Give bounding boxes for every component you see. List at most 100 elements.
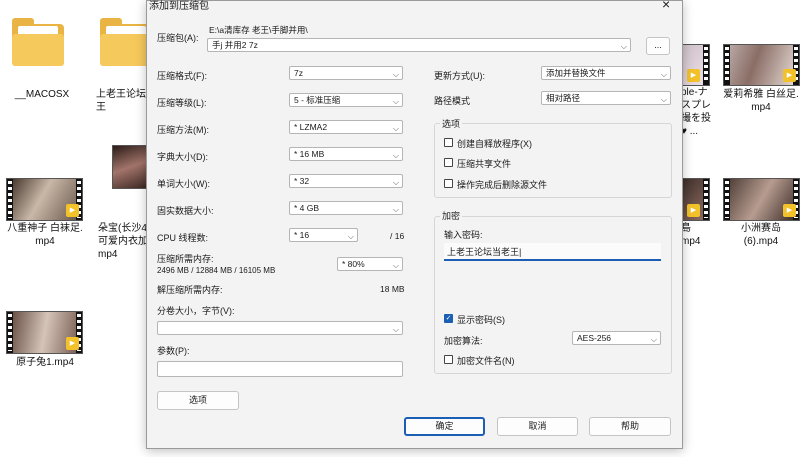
cpu-select[interactable]: * 16 ⌵ xyxy=(289,228,358,242)
player-badge-icon: ▶ xyxy=(687,204,700,217)
cpu-label: CPU 线程数: xyxy=(157,233,209,243)
desktop-item-label[interactable]: 上老王论坛 王 xyxy=(96,88,146,114)
path-mode-select[interactable]: 相对路径 ⌵ xyxy=(541,91,671,105)
video-thumbnail[interactable]: ▶ xyxy=(6,178,83,221)
encrypt-names-checkbox[interactable] xyxy=(444,355,453,364)
close-icon[interactable]: × xyxy=(662,0,670,12)
desktop-item-label[interactable]: 原子兔1.mp4 xyxy=(2,356,88,369)
update-label: 更新方式(U): xyxy=(434,71,485,81)
word-label: 单词大小(W): xyxy=(157,179,210,189)
method-value: * LZMA2 xyxy=(294,122,328,132)
player-badge-icon: ▶ xyxy=(783,69,796,82)
method-label: 压缩方法(M): xyxy=(157,125,209,135)
desktop-item-label[interactable]: __MACOSX xyxy=(6,88,78,101)
player-badge-icon: ▶ xyxy=(783,204,796,217)
path-mode-label: 路径模式 xyxy=(434,96,471,106)
chevron-down-icon: ⌵ xyxy=(392,325,399,334)
browse-button[interactable]: ... xyxy=(646,37,670,55)
desktop-item-label[interactable]: 島 mp4 xyxy=(681,222,709,248)
dict-label: 字典大小(D): xyxy=(157,152,208,162)
password-label: 输入密码: xyxy=(444,230,483,240)
algorithm-value: AES-256 xyxy=(577,333,612,343)
delete-checkbox[interactable] xyxy=(444,179,453,188)
options-button[interactable]: 选项 xyxy=(157,391,239,410)
params-label: 参数(P): xyxy=(157,346,190,356)
video-thumbnail[interactable]: ▶ xyxy=(723,44,800,86)
desktop-item-label[interactable]: ple-ナ スプレ 撮を投 ♥ ... xyxy=(681,86,719,138)
archive-name-combo[interactable]: 手j 并用2 7z ⌵ xyxy=(207,38,631,52)
method-select[interactable]: * LZMA2 ⌵ xyxy=(289,120,403,134)
level-value: 5 - 标准压缩 xyxy=(294,95,341,105)
solid-value: * 4 GB xyxy=(294,203,320,213)
show-password-checkbox[interactable]: ✓ xyxy=(444,314,453,323)
desktop-item-label[interactable]: 八重神子 白袜足. mp4 xyxy=(2,222,88,248)
memory-detail: 2496 MB / 12884 MB / 16105 MB xyxy=(157,266,276,275)
cpu-value: * 16 xyxy=(294,230,310,240)
ok-button[interactable]: 确定 xyxy=(404,417,485,436)
chevron-down-icon: ⌵ xyxy=(347,232,354,241)
level-label: 压缩等级(L): xyxy=(157,98,207,108)
chevron-down-icon: ⌵ xyxy=(392,70,399,79)
desktop-item-label[interactable]: 朵宝(长沙4 可爱内衣加 mp4 xyxy=(98,222,146,261)
title-bar[interactable]: 添加到压缩包 × xyxy=(147,0,682,13)
archive-label: 压缩包(A): xyxy=(157,33,199,43)
split-label: 分卷大小，字节(V): xyxy=(157,306,235,316)
chevron-down-icon: ⌵ xyxy=(392,205,399,214)
cancel-button[interactable]: 取消 xyxy=(497,417,578,436)
memory-select[interactable]: * 80% ⌵ xyxy=(337,257,403,271)
dict-select[interactable]: * 16 MB ⌵ xyxy=(289,147,403,161)
password-input[interactable]: 上老王论坛当老王| xyxy=(444,243,661,261)
folder-icon[interactable] xyxy=(12,18,64,66)
chevron-down-icon: ⌵ xyxy=(660,95,667,104)
algorithm-label: 加密算法: xyxy=(444,336,483,346)
params-input[interactable] xyxy=(157,361,403,377)
archive-name-value: 手j 并用2 7z xyxy=(212,40,258,50)
memory-value: * 80% xyxy=(342,259,365,269)
solid-label: 固实数据大小: xyxy=(157,206,214,216)
solid-select[interactable]: * 4 GB ⌵ xyxy=(289,201,403,215)
chevron-down-icon: ⌵ xyxy=(392,178,399,187)
add-to-archive-dialog: 添加到压缩包 × 压缩包(A): E:\a清库存 老王\手脚并用\ 手j 并用2… xyxy=(146,0,683,449)
dict-value: * 16 MB xyxy=(294,149,325,159)
chevron-down-icon: ⌵ xyxy=(620,42,627,51)
memory-label: 压缩所需内存: xyxy=(157,254,214,264)
player-badge-icon: ▶ xyxy=(66,337,79,350)
update-select[interactable]: 添加并替换文件 ⌵ xyxy=(541,66,671,80)
sfx-label[interactable]: 创建自释放程序(X) xyxy=(457,137,532,150)
chevron-down-icon: ⌵ xyxy=(660,70,667,79)
folder-icon[interactable] xyxy=(100,18,146,66)
split-combo[interactable]: ⌵ xyxy=(157,321,403,335)
algorithm-select[interactable]: AES-256 ⌵ xyxy=(572,331,661,345)
desktop-item-label[interactable]: 小洲赛岛 (6).mp4 xyxy=(716,222,800,248)
chevron-down-icon: ⌵ xyxy=(650,335,657,344)
format-select[interactable]: 7z ⌵ xyxy=(289,66,403,80)
desktop-item-label[interactable]: 爱莉希雅 白丝足. mp4 xyxy=(716,88,800,114)
player-badge-icon: ▶ xyxy=(66,204,79,217)
video-thumbnail[interactable] xyxy=(112,145,147,189)
word-value: * 32 xyxy=(294,176,310,186)
shared-label[interactable]: 压缩共享文件 xyxy=(457,157,511,170)
video-thumbnail[interactable]: ▶ xyxy=(723,178,800,221)
shared-checkbox[interactable] xyxy=(444,158,453,167)
encrypt-names-label[interactable]: 加密文件名(N) xyxy=(457,354,515,367)
show-password-label[interactable]: 显示密码(S) xyxy=(457,313,505,326)
video-thumbnail[interactable]: ▶ xyxy=(681,178,710,221)
help-button[interactable]: 帮助 xyxy=(589,417,671,436)
delete-label[interactable]: 操作完成后删除源文件 xyxy=(457,178,547,191)
chevron-down-icon: ⌵ xyxy=(392,151,399,160)
video-thumbnail[interactable]: ▶ xyxy=(681,44,710,86)
sfx-checkbox[interactable] xyxy=(444,138,453,147)
format-label: 压缩格式(F): xyxy=(157,71,207,81)
video-thumbnail[interactable]: ▶ xyxy=(6,311,83,354)
options-group-title: 选项 xyxy=(440,117,463,130)
word-select[interactable]: * 32 ⌵ xyxy=(289,174,403,188)
chevron-down-icon: ⌵ xyxy=(392,124,399,133)
player-badge-icon: ▶ xyxy=(687,69,700,82)
level-select[interactable]: 5 - 标准压缩 ⌵ xyxy=(289,93,403,107)
path-mode-value: 相对路径 xyxy=(546,93,581,103)
update-value: 添加并替换文件 xyxy=(546,68,606,78)
dialog-title: 添加到压缩包 xyxy=(149,1,209,12)
cpu-total: / 16 xyxy=(390,231,405,241)
password-value: 上老王论坛当老王| xyxy=(447,247,522,257)
chevron-down-icon: ⌵ xyxy=(392,261,399,270)
